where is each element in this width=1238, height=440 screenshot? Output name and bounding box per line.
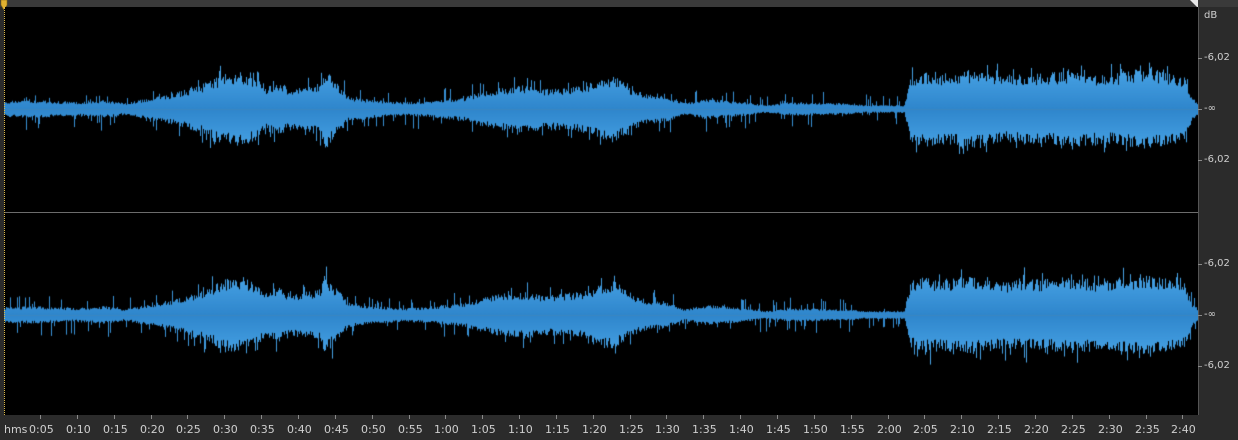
time-tick [703,415,704,419]
time-tick [630,415,631,419]
db-label: -∞ [1204,309,1216,320]
time-tick [445,415,446,419]
time-label: 0:15 [103,423,128,436]
time-unit-label: hms [4,423,28,436]
db-label: -6,02 [1204,154,1230,165]
time-label: 1:05 [471,423,496,436]
time-label: 0:45 [324,423,349,436]
waveform-right-channel[interactable] [4,213,1198,415]
time-label: 2:20 [1024,423,1049,436]
time-label: 1:20 [582,423,607,436]
time-label: 1:45 [766,423,791,436]
time-tick [1182,415,1183,419]
db-tick [1198,109,1202,110]
time-tick [814,415,815,419]
db-tick [1198,160,1202,161]
time-label: 2:10 [950,423,975,436]
time-label: 0:40 [287,423,312,436]
time-tick [77,415,78,419]
time-tick [593,415,594,419]
time-tick [740,415,741,419]
time-tick [777,415,778,419]
time-tick [409,415,410,419]
time-label: 0:55 [398,423,423,436]
time-tick [1146,415,1147,419]
db-label: -6,02 [1204,258,1230,269]
db-tick [1198,264,1202,265]
time-label: 2:40 [1171,423,1196,436]
time-tick [888,415,889,419]
time-label: 0:05 [29,423,54,436]
time-label: 2:35 [1135,423,1160,436]
time-ruler[interactable]: hms 0:05 0:10 0:15 0:20 0:25 0:30 0:35 0:40 0:45… [0,415,1198,440]
time-label: 2:00 [877,423,902,436]
time-tick [335,415,336,419]
time-label: 1:25 [619,423,644,436]
db-ruler: dB -6,02 -∞ -6,02 -6,02 -∞ -6,02 [1198,7,1238,415]
time-label: 1:10 [508,423,533,436]
time-tick [519,415,520,419]
time-tick [114,415,115,419]
time-label: 0:50 [361,423,386,436]
time-tick [224,415,225,419]
db-tick [1198,315,1202,316]
time-tick [482,415,483,419]
time-label: 0:35 [250,423,275,436]
time-label: 1:40 [729,423,754,436]
time-tick [187,415,188,419]
time-label: 2:15 [987,423,1012,436]
time-tick [298,415,299,419]
waveform-editor[interactable] [4,7,1198,415]
db-label: -6,02 [1204,52,1230,63]
time-tick [372,415,373,419]
time-label: 0:30 [213,423,238,436]
time-tick [851,415,852,419]
time-label: 1:50 [803,423,828,436]
playhead-line[interactable] [4,7,6,415]
time-tick [961,415,962,419]
time-tick [40,415,41,419]
waveform-left-channel[interactable] [4,7,1198,212]
time-tick [924,415,925,419]
db-ruler-edge [1198,7,1199,415]
ruler-corner [1198,415,1238,440]
time-label: 0:20 [140,423,165,436]
time-label: 1:35 [692,423,717,436]
time-tick [1072,415,1073,419]
time-tick [666,415,667,419]
time-tick [556,415,557,419]
time-label: 2:30 [1098,423,1123,436]
time-tick [1109,415,1110,419]
db-unit-label: dB [1204,10,1218,21]
time-label: 0:10 [66,423,91,436]
time-label: 1:15 [545,423,570,436]
db-label: -6,02 [1204,360,1230,371]
marker-bar[interactable] [0,0,1238,7]
time-label: 1:55 [840,423,865,436]
time-label: 2:05 [913,423,938,436]
time-tick [998,415,999,419]
time-label: 1:30 [655,423,680,436]
time-tick [1035,415,1036,419]
db-label: -∞ [1204,103,1216,114]
time-tick [261,415,262,419]
db-tick [1198,58,1202,59]
time-label: 0:25 [176,423,201,436]
time-label: 2:25 [1061,423,1086,436]
time-tick [151,415,152,419]
time-label: 1:00 [434,423,459,436]
db-tick [1198,366,1202,367]
